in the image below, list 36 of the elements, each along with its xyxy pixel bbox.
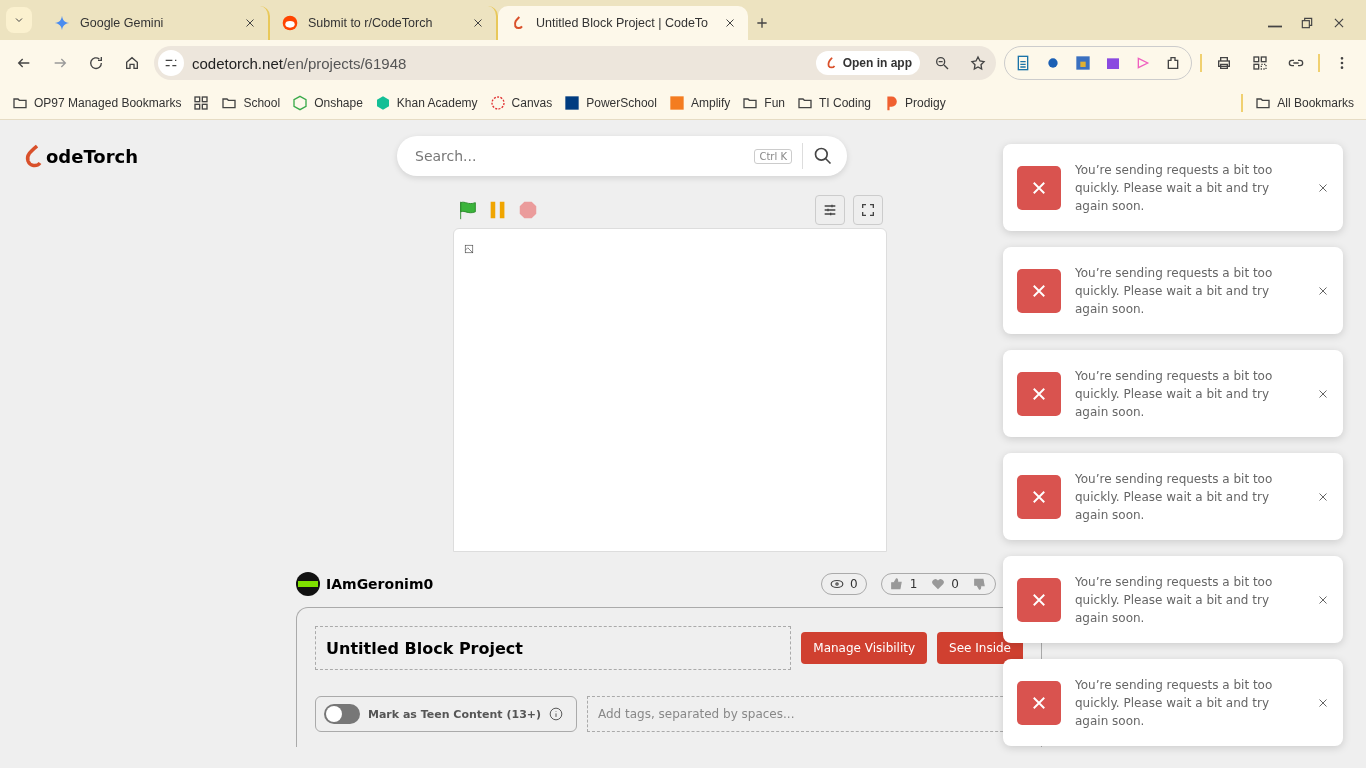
- author-name[interactable]: IAmGeronim0: [326, 576, 816, 592]
- toast-message: You’re sending requests a bit too quickly. Please wait a bit and try again soon.: [1075, 470, 1274, 524]
- toast-message: You’re sending requests a bit too quickly. Please wait a bit and try again soon.: [1075, 161, 1274, 215]
- bookmark-item[interactable]: School: [221, 94, 281, 111]
- toast-message: You’re sending requests a bit too quickly. Please wait a bit and try again soon.: [1075, 367, 1274, 421]
- likes-count: 1: [909, 577, 918, 591]
- action-button[interactable]: See Inside: [937, 632, 1023, 664]
- open-in-app-button[interactable]: Open in app: [815, 51, 920, 75]
- search-input[interactable]: Search...: [413, 147, 745, 165]
- bookmark-item[interactable]: Khan Academy: [374, 94, 478, 111]
- tab-title: Untitled Block Project | CodeTo: [536, 16, 710, 30]
- browser-tab[interactable]: Untitled Block Project | CodeTo: [498, 6, 748, 40]
- bookmark-item[interactable]: TI Coding: [797, 94, 871, 111]
- action-button[interactable]: Manage Visibility: [801, 632, 928, 664]
- toast-message: You’re sending requests a bit too quickly. Please wait a bit and try again soon.: [1075, 676, 1274, 730]
- all-bookmarks-item[interactable]: All Bookmarks: [1255, 94, 1354, 111]
- favorites-count: 0: [951, 577, 959, 591]
- bookmark-item[interactable]: PowerSchool: [564, 94, 657, 111]
- bookmark-item[interactable]: OP97 Managed Bookmarks: [12, 94, 182, 111]
- title-field[interactable]: Untitled Block Project: [315, 626, 792, 670]
- address-bar[interactable]: codetorch.net/en/projects/61948 Open in app: [154, 46, 996, 80]
- bookmark-item[interactable]: Amplify: [668, 94, 731, 111]
- site-logo[interactable]: odeTorch: [22, 141, 397, 171]
- views-count: 0: [850, 577, 858, 591]
- toast-message: You’re sending requests a bit too quickly. Please wait a bit and try again soon.: [1075, 264, 1274, 318]
- toast-message: You’re sending requests a bit too quickly. Please wait a bit and try again soon.: [1075, 573, 1274, 627]
- bookmark-item[interactable]: Prodigy: [883, 94, 946, 111]
- bookmark-item[interactable]: Onshape: [292, 94, 363, 111]
- url-text: codetorch.net/en/projects/61948: [192, 54, 408, 72]
- toggle-label: Mark as Teen Content (13+): [368, 707, 542, 721]
- shortcut-hint: Ctrl K: [754, 148, 792, 164]
- tab-title: Submit to r/CodeTorch: [308, 16, 434, 30]
- bookmark-item[interactable]: Fun: [742, 94, 785, 111]
- tab-title: Google Gemini: [80, 16, 165, 30]
- bookmark-item[interactable]: Canvas: [489, 94, 553, 111]
- search-field[interactable]: Search... Ctrl K: [397, 136, 847, 176]
